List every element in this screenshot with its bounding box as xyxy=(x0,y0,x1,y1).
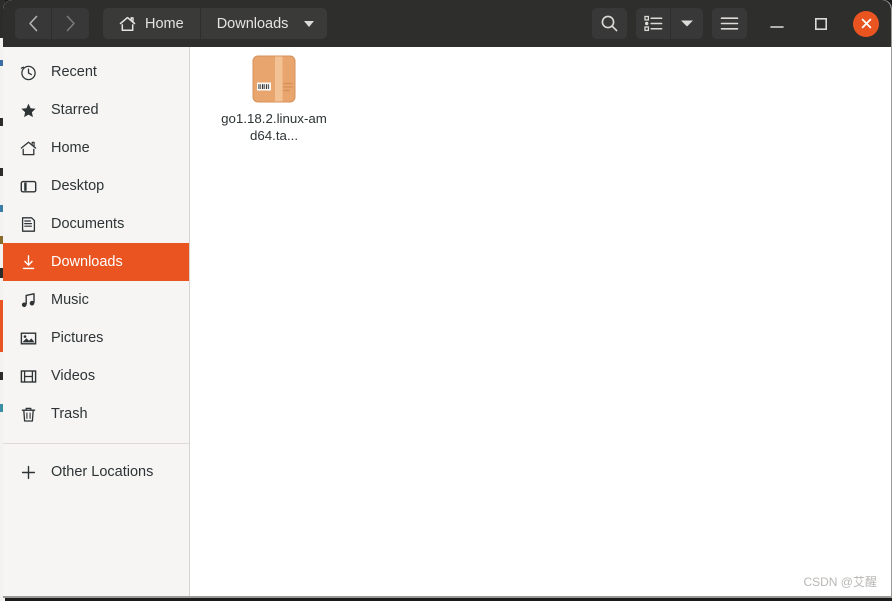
chevron-down-icon xyxy=(681,20,693,27)
breadcrumb-downloads-label: Downloads xyxy=(216,15,289,32)
document-icon xyxy=(19,215,37,233)
chevron-down-icon xyxy=(304,20,315,27)
sidebar-divider xyxy=(3,443,189,444)
video-icon xyxy=(19,367,37,385)
picture-icon xyxy=(19,329,37,347)
sidebar-item-other-locations[interactable]: Other Locations xyxy=(3,453,189,491)
sidebar: Recent Starred Home Desktop Documents Do… xyxy=(3,47,190,596)
sidebar-item-starred[interactable]: Starred xyxy=(3,91,189,129)
sidebar-item-label: Other Locations xyxy=(51,464,154,480)
back-button[interactable] xyxy=(15,8,52,39)
chevron-left-icon xyxy=(28,15,37,32)
sidebar-item-documents[interactable]: Documents xyxy=(3,205,189,243)
sidebar-item-label: Music xyxy=(51,292,89,308)
home-icon xyxy=(119,16,136,31)
file-list-area[interactable]: go1.18.2.linux-amd64.ta... CSDN @艾醒 xyxy=(190,47,891,596)
sidebar-item-music[interactable]: Music xyxy=(3,281,189,319)
breadcrumb: Home Downloads xyxy=(103,8,328,39)
hamburger-menu-icon xyxy=(720,17,739,30)
breadcrumb-downloads[interactable]: Downloads xyxy=(200,8,328,39)
sidebar-item-label: Desktop xyxy=(51,178,105,194)
sidebar-item-label: Recent xyxy=(51,64,97,80)
main-menu-button[interactable] xyxy=(712,8,747,39)
file-manager-window: Home Downloads Recent Starred Home Deskt… xyxy=(3,0,892,598)
titlebar: Home Downloads xyxy=(3,0,891,47)
chevron-right-icon xyxy=(66,15,75,32)
file-item[interactable]: go1.18.2.linux-amd64.ta... xyxy=(220,53,328,144)
sidebar-item-label: Trash xyxy=(51,406,88,422)
window-body: Recent Starred Home Desktop Documents Do… xyxy=(3,47,891,596)
sidebar-item-label: Downloads xyxy=(51,254,123,270)
sidebar-item-videos[interactable]: Videos xyxy=(3,357,189,395)
sidebar-item-label: Pictures xyxy=(51,330,104,346)
sidebar-item-downloads[interactable]: Downloads xyxy=(3,243,189,281)
sidebar-item-trash[interactable]: Trash xyxy=(3,395,189,433)
download-icon xyxy=(19,253,37,271)
desktop-icon xyxy=(19,177,37,195)
breadcrumb-home[interactable]: Home xyxy=(103,8,201,39)
clock-icon xyxy=(19,63,37,81)
minimize-button[interactable] xyxy=(763,10,791,38)
plus-icon xyxy=(19,463,37,481)
search-button[interactable] xyxy=(592,8,627,39)
navigation-button-group xyxy=(15,8,89,39)
sidebar-item-pictures[interactable]: Pictures xyxy=(3,319,189,357)
sidebar-item-label: Documents xyxy=(51,216,125,232)
star-icon xyxy=(19,101,37,119)
minimize-icon xyxy=(770,25,784,28)
list-view-icon xyxy=(643,15,662,32)
sidebar-item-recent[interactable]: Recent xyxy=(3,53,189,91)
trash-icon xyxy=(19,405,37,423)
view-button-group xyxy=(636,8,703,39)
maximize-icon xyxy=(814,17,827,30)
breadcrumb-home-label: Home xyxy=(145,15,184,32)
forward-button[interactable] xyxy=(52,8,89,39)
archive-package-icon xyxy=(248,53,300,105)
sidebar-item-label: Home xyxy=(51,140,90,156)
sidebar-item-home[interactable]: Home xyxy=(3,129,189,167)
watermark: CSDN @艾醒 xyxy=(803,575,877,589)
close-button[interactable] xyxy=(853,10,879,37)
sidebar-item-label: Starred xyxy=(51,102,99,118)
maximize-button[interactable] xyxy=(807,10,835,38)
home-icon xyxy=(19,139,37,157)
sidebar-item-label: Videos xyxy=(51,368,96,384)
music-icon xyxy=(19,291,37,309)
close-icon xyxy=(861,18,871,29)
search-icon xyxy=(601,15,618,32)
view-options-button[interactable] xyxy=(671,8,703,39)
sidebar-item-desktop[interactable]: Desktop xyxy=(3,167,189,205)
list-view-button[interactable] xyxy=(636,8,671,39)
file-name-label: go1.18.2.linux-amd64.ta... xyxy=(221,111,327,143)
